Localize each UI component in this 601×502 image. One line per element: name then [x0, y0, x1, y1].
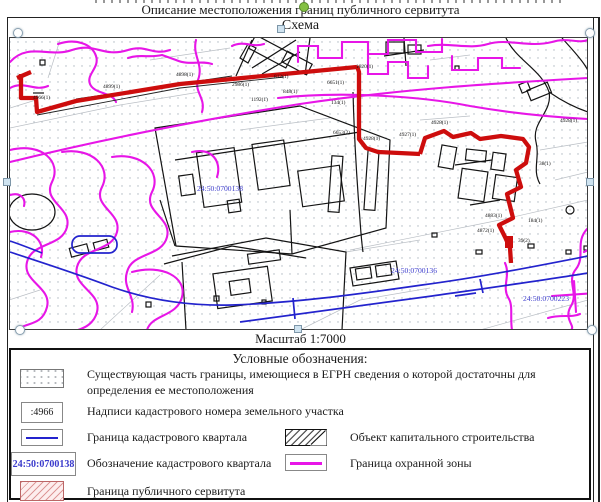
table-border-right-outer	[598, 17, 600, 502]
parcel-number-label: 4899(1)	[103, 83, 120, 90]
resize-handle-left[interactable]	[3, 178, 11, 186]
legend-label-parcel-number: Надписи кадастрового номера земельного у…	[87, 404, 344, 418]
parcel-number-label: 4928(1)	[363, 135, 380, 142]
parcel-number-label: 4927(1)	[399, 131, 416, 138]
resize-handle-top[interactable]	[277, 25, 285, 33]
table-border-left	[7, 17, 8, 502]
parcel-number-label: 4872(1)	[477, 227, 494, 234]
resize-handle-bottom-left[interactable]	[15, 325, 25, 335]
resize-handle-top-left[interactable]	[13, 28, 23, 38]
parcel-number-label: 38(1)	[539, 160, 551, 167]
parcel-number-label: 4928(1)	[560, 117, 577, 124]
resize-handle-right[interactable]	[586, 178, 594, 186]
parcel-number-label: 6653(2)	[333, 129, 350, 136]
quarter-number-label: 24:50:0700138	[197, 184, 243, 193]
legend-label-protection-zone: Граница охранной зоны	[350, 456, 472, 470]
legend-label-existing-boundary: Существующая часть границы, имеющиеся в …	[87, 367, 536, 397]
parcel-number-label: 1820(1)	[356, 63, 373, 70]
legend-symbol-parcel-number: :4966	[21, 402, 63, 423]
parcel-number-label: 848(1)	[283, 88, 298, 95]
resize-handle-bottom-right[interactable]	[587, 325, 597, 335]
legend-symbol-protection-zone	[285, 454, 327, 471]
table-border-top	[7, 17, 600, 18]
rotate-handle[interactable]	[299, 2, 309, 12]
legend-quarter-number-sample: 24:50:0700138	[12, 458, 75, 470]
resize-handle-top-right[interactable]	[585, 28, 595, 38]
resize-handle-bottom[interactable]	[294, 325, 302, 333]
parcel-number-label: 2986(1)	[232, 81, 249, 88]
legend-symbol-capital-construction	[285, 429, 327, 446]
scheme-caption: Схема	[281, 18, 320, 33]
legend-title: Условные обозначения:	[232, 351, 368, 366]
parcel-number-label: 4898(1)	[176, 71, 193, 78]
legend-label-capital-construction: Объект капитального строительства	[350, 430, 535, 444]
cadastral-map-image[interactable]: 4966(1) 4899(1) 4898(1) 2986(1) 812(1) 848(1)…	[9, 37, 588, 330]
parcel-number-label: 4966(1)	[33, 94, 50, 101]
parcel-number-label: 1192(1)	[251, 96, 268, 103]
parcel-number-label: 134(1)	[331, 99, 346, 106]
parcel-number-label: 6651(1)	[327, 79, 344, 86]
parcel-number-label: 39(2)	[518, 237, 530, 244]
parcel-number-label: 184(1)	[528, 217, 543, 224]
quarter-number-label: 24:50:0700223	[523, 294, 569, 303]
legend-parcel-number-sample: :4966	[30, 407, 54, 418]
parcel-number-label: 4928(1)	[431, 119, 448, 126]
legend-symbol-existing-boundary	[20, 369, 64, 388]
legend-label-public-easement: Граница публичного сервитута	[87, 484, 246, 498]
legend-symbol-public-easement	[20, 481, 64, 501]
map-svg: 4966(1) 4899(1) 4898(1) 2986(1) 812(1) 848(1)…	[9, 37, 588, 330]
quarter-number-label: 24:50:0700136	[391, 266, 437, 275]
legend-box: Условные обозначения: Существующая часть…	[9, 348, 591, 501]
legend-symbol-quarter-designation: 24:50:0700138	[11, 452, 76, 476]
parcel-number-label: 812(1)	[274, 73, 289, 80]
parcel-number-label: 4883(1)	[485, 212, 502, 219]
legend-symbol-quarter-boundary	[21, 429, 63, 446]
table-border-right-inner	[593, 17, 594, 502]
scale-label: Масштаб 1:7000	[255, 331, 346, 346]
